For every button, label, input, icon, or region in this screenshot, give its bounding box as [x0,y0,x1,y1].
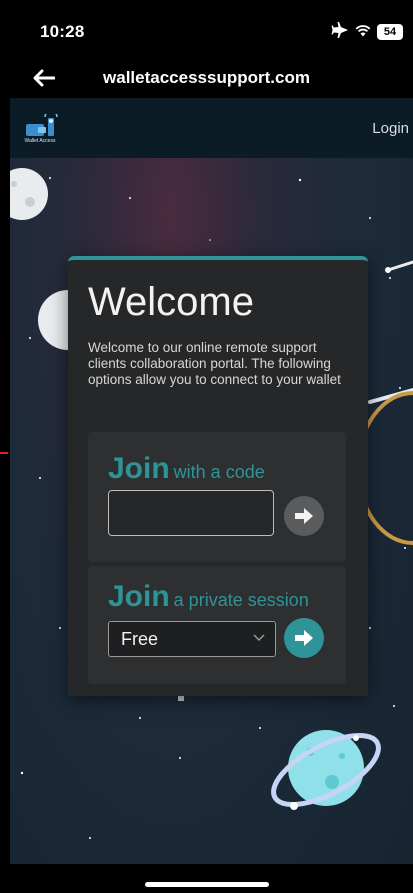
phone-screen: 10:28 54 walletaccesssupport.com Wallet … [0,0,413,893]
home-indicator[interactable] [145,882,269,887]
moon-top-left [10,168,48,220]
session-code-input[interactable] [108,490,274,536]
comet-right [368,260,413,404]
red-marker [0,452,8,454]
status-icons: 54 [331,22,403,41]
session-type-select[interactable]: Free [108,621,276,657]
login-link[interactable]: Login [372,120,409,137]
web-content: Wallet Access Login Welcome Welcome to o… [10,98,413,864]
chevron-down-icon [253,634,265,642]
page-url: walletaccesssupport.com [103,68,310,87]
site-header: Wallet Access Login [10,98,413,158]
logo-text: Wallet Access [24,138,56,144]
join-with-code-heading: Join with a code [108,452,265,486]
welcome-card: Welcome Welcome to our online remote sup… [68,256,368,696]
join-word: Join [108,580,170,613]
arrow-right-icon [295,630,313,646]
status-time: 10:28 [40,22,85,41]
battery-icon: 54 [377,23,403,40]
welcome-title: Welcome [88,280,254,324]
arrow-right-icon [295,508,313,524]
welcome-description: Welcome to our online remote support cli… [88,340,341,387]
browser-bar: walletaccesssupport.com [0,58,413,98]
join-code-subtitle: with a code [173,462,265,482]
join-word: Join [108,452,170,485]
selected-option: Free [121,629,159,649]
wifi-icon [355,24,371,40]
status-bar: 10:28 54 [0,0,413,58]
ringed-planet [271,730,381,810]
join-with-code-panel: Join with a code [88,432,346,562]
join-private-subtitle: a private session [173,590,309,610]
join-private-session-panel: Join a private session Free [88,566,346,684]
join-private-submit-button[interactable] [284,618,324,658]
join-private-heading: Join a private session [108,580,309,614]
join-code-submit-button[interactable] [284,496,324,536]
airplane-mode-icon [331,22,349,41]
